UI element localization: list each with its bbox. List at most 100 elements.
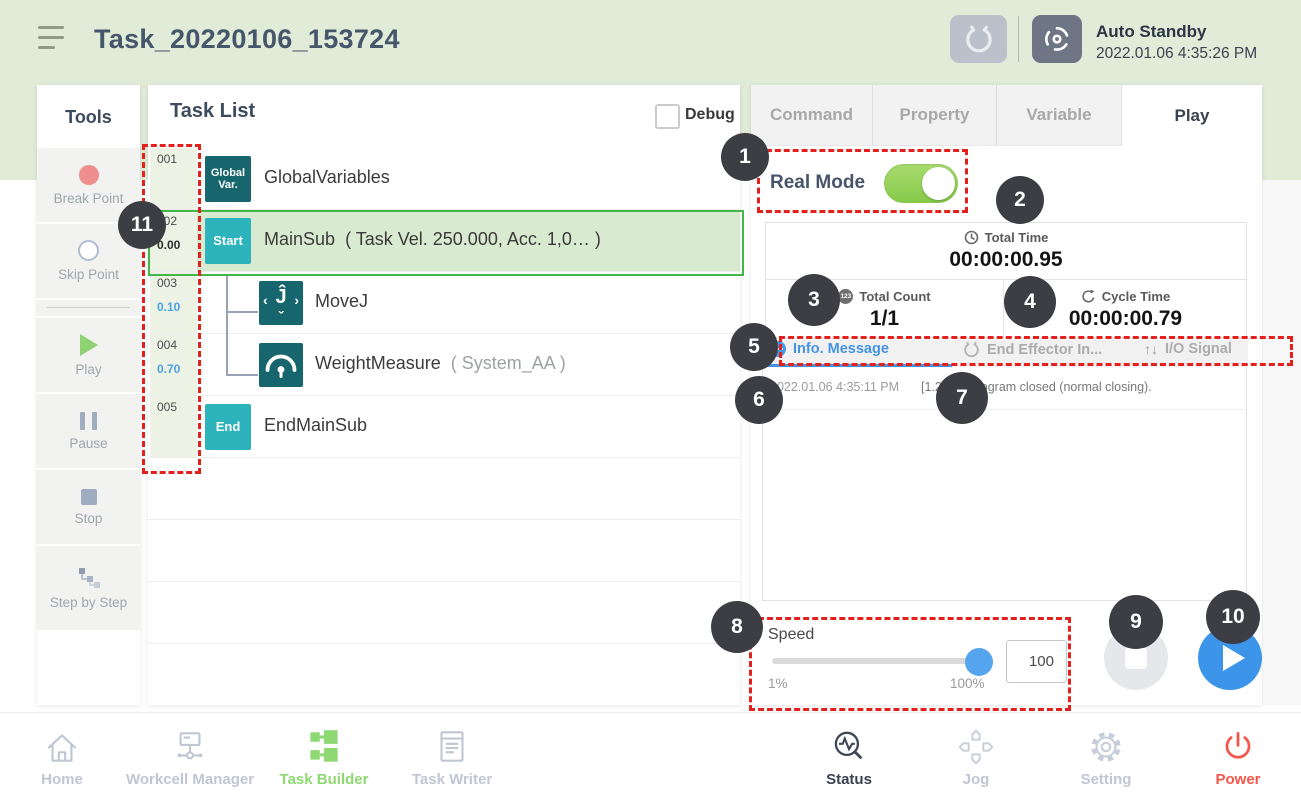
task-row-mainsub-selected[interactable]: 002 0.00 Start MainSub ( Task Vel. 250.0… xyxy=(148,210,740,272)
nav-task-writer[interactable]: Task Writer xyxy=(392,726,512,788)
pause-icon xyxy=(80,412,97,430)
callout-3: 3 xyxy=(788,274,840,326)
stop-square-icon xyxy=(1125,647,1147,669)
speed-slider-thumb[interactable] xyxy=(965,648,993,676)
tab-io-signal[interactable]: ↑↓ I/O Signal xyxy=(1144,341,1232,357)
line-number: 001 xyxy=(157,152,197,166)
message-timestamp: 2022.01.06 4:35:11 PM xyxy=(770,380,899,394)
pause-button[interactable]: Pause xyxy=(37,394,140,468)
task-writer-icon xyxy=(431,726,473,768)
start-badge: Start xyxy=(205,218,251,264)
nav-power[interactable]: Power xyxy=(1178,726,1298,788)
cycle-time-value: 00:00:00.79 xyxy=(1069,307,1182,331)
callout-8: 8 xyxy=(711,601,763,653)
break-point-label: Break Point xyxy=(54,191,124,206)
nav-home[interactable]: Home xyxy=(12,726,112,788)
line-time: 0.00 xyxy=(157,238,197,252)
total-time-value: 00:00:00.95 xyxy=(949,248,1062,272)
total-time-label: Total Time xyxy=(964,230,1049,245)
workcell-manager-icon xyxy=(169,726,211,768)
badge-text: Global xyxy=(211,167,245,179)
real-mode-toggle[interactable] xyxy=(884,164,958,203)
play-icon xyxy=(80,334,98,356)
step-by-step-button[interactable]: Step by Step xyxy=(37,546,140,630)
task-list-panel: Task List Debug 001 Global Var. GlobalVa… xyxy=(148,85,740,705)
play-tool-button[interactable]: Play xyxy=(37,318,140,392)
empty-task-row xyxy=(148,644,740,705)
debug-checkbox[interactable] xyxy=(655,104,680,129)
right-tab-bar: Command Property Variable Play xyxy=(751,85,1262,146)
tab-property[interactable]: Property xyxy=(873,85,997,146)
task-row-globalvariables[interactable]: 001 Global Var. GlobalVariables xyxy=(148,148,740,210)
row-label: WeightMeasure ( System_AA ) xyxy=(315,353,566,374)
callout-6: 6 xyxy=(735,376,783,424)
line-time: 0.10 xyxy=(157,300,197,314)
header-divider xyxy=(1018,16,1019,62)
task-row-weightmeasure[interactable]: 004 0.70 WeightMeasure ( System_AA ) xyxy=(148,334,740,396)
nav-setting[interactable]: Setting xyxy=(1046,726,1166,788)
speed-value-input[interactable] xyxy=(1006,640,1067,683)
tools-divider-block xyxy=(37,300,140,316)
right-edge-strip xyxy=(1262,180,1301,705)
stop-tool-button[interactable]: Stop xyxy=(37,470,140,544)
tab-command[interactable]: Command xyxy=(751,85,873,146)
stop-icon xyxy=(81,489,97,505)
task-row-movej[interactable]: 003 0.10 Ĵ ‹ › ˇ MoveJ xyxy=(148,272,740,334)
bottom-nav: Home Workcell Manager xyxy=(0,712,1301,808)
robot-mode-button[interactable] xyxy=(1032,15,1082,63)
setting-icon xyxy=(1085,726,1127,768)
total-count-value: 1/1 xyxy=(870,307,899,331)
line-number-cell: 005 xyxy=(150,396,197,457)
total-count-label: 123 Total Count xyxy=(838,289,930,304)
pause-label: Pause xyxy=(69,436,107,451)
tools-panel: Tools Break Point Skip Point Play Pause … xyxy=(37,85,140,705)
nav-status[interactable]: Status xyxy=(789,726,909,788)
swirl-icon xyxy=(1042,24,1072,54)
play-triangle-icon xyxy=(1223,645,1245,671)
skip-point-icon xyxy=(78,240,99,261)
line-time: 0.70 xyxy=(157,362,197,376)
skip-point-label: Skip Point xyxy=(58,267,119,282)
line-number-cell: 003 0.10 xyxy=(150,272,197,333)
callout-9: 9 xyxy=(1109,595,1163,649)
line-number: 005 xyxy=(157,400,197,414)
end-effector-button[interactable] xyxy=(950,15,1007,63)
toggle-knob xyxy=(922,167,955,200)
hamburger-menu-icon[interactable] xyxy=(38,26,64,49)
row-label: MoveJ xyxy=(315,291,368,312)
task-builder-icon xyxy=(303,726,345,768)
callout-4: 4 xyxy=(1004,276,1056,328)
nav-workcell-manager[interactable]: Workcell Manager xyxy=(115,726,265,788)
nav-jog[interactable]: Jog xyxy=(916,726,1036,788)
speed-min-label: 1% xyxy=(768,676,788,691)
callout-11: 11 xyxy=(118,201,166,249)
stats-box: Total Time 00:00:00.95 123 Total Count 1… xyxy=(765,222,1247,338)
tab-variable[interactable]: Variable xyxy=(997,85,1122,146)
movej-icon: Ĵ ‹ › ˇ xyxy=(259,281,303,325)
line-number-cell: 004 0.70 xyxy=(150,334,197,395)
break-point-icon xyxy=(79,165,99,185)
empty-task-row xyxy=(148,458,740,520)
end-effector-icon xyxy=(963,341,980,358)
row-command: MainSub xyxy=(264,229,335,249)
speed-label: Speed xyxy=(768,626,814,644)
tree-connector xyxy=(226,374,258,376)
speed-max-label: 100% xyxy=(950,676,985,691)
speed-slider-track[interactable] xyxy=(772,658,991,664)
task-row-endmainsub[interactable]: 005 End EndMainSub xyxy=(148,396,740,458)
real-mode-label: Real Mode xyxy=(770,172,865,194)
tab-end-effector[interactable]: End Effector In... xyxy=(963,341,1102,358)
badge-text: Var. xyxy=(218,179,238,191)
row-label: EndMainSub xyxy=(264,415,367,436)
tab-play[interactable]: Play xyxy=(1122,85,1262,146)
nav-task-builder[interactable]: Task Builder xyxy=(264,726,384,788)
line-number: 004 xyxy=(157,338,197,352)
step-by-step-icon xyxy=(78,567,100,589)
tab-info-message[interactable]: Info. Message xyxy=(770,341,889,357)
callout-10: 10 xyxy=(1206,590,1260,644)
callout-5: 5 xyxy=(730,323,778,371)
row-detail: ( Task Vel. 250.000, Acc. 1,0… ) xyxy=(345,229,601,249)
row-command: WeightMeasure xyxy=(315,353,441,373)
empty-task-row xyxy=(148,582,740,644)
power-icon xyxy=(1217,726,1259,768)
